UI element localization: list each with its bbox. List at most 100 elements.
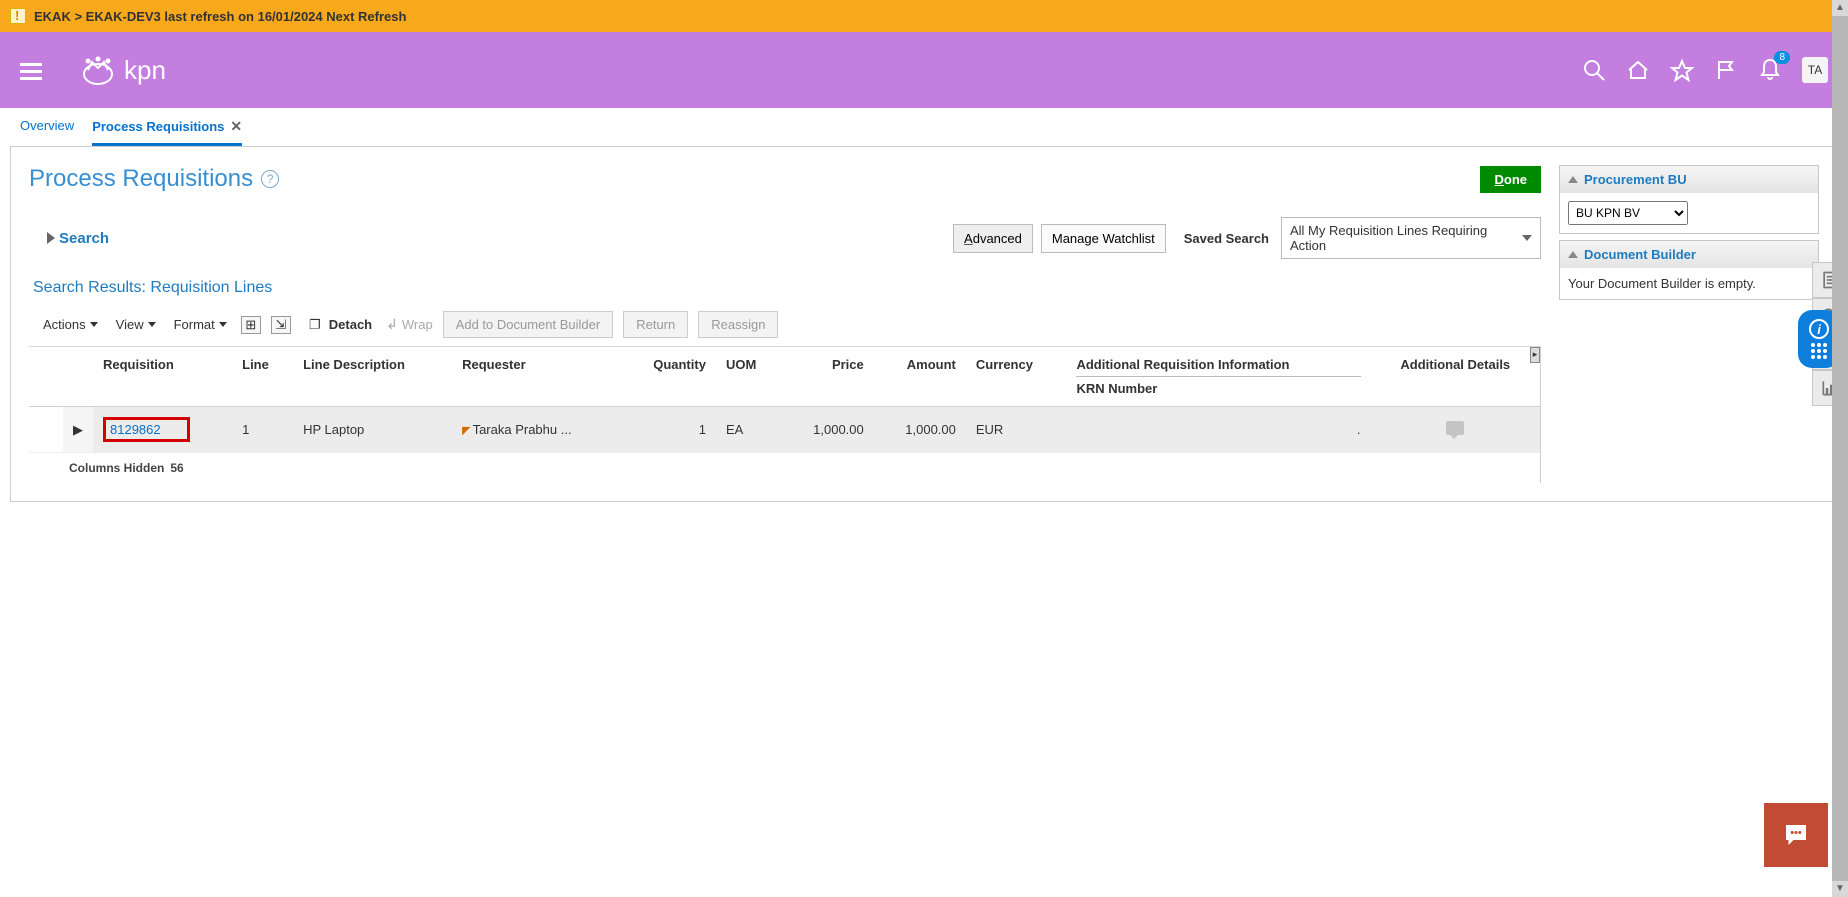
notifications-button[interactable]: 8 xyxy=(1758,57,1782,84)
document-builder-panel-header[interactable]: Document Builder xyxy=(1560,241,1818,268)
banner-text: EKAK > EKAK-DEV3 last refresh on 16/01/2… xyxy=(34,9,406,24)
header-expand xyxy=(63,347,93,407)
freeze-icon[interactable]: ⊞ xyxy=(241,316,261,334)
add-to-document-builder-button[interactable]: Add to Document Builder xyxy=(443,311,614,338)
col-amount[interactable]: Amount xyxy=(874,347,966,407)
view-menu[interactable]: View xyxy=(112,313,160,336)
tab-overview[interactable]: Overview xyxy=(20,118,74,146)
wrap-button: ↲Wrap xyxy=(386,316,433,333)
notification-badge: 8 xyxy=(1774,51,1790,64)
col-line[interactable]: Line xyxy=(232,347,293,407)
flag-icon[interactable] xyxy=(1714,58,1738,82)
collapse-triangle-icon xyxy=(1568,251,1578,258)
search-toggle[interactable]: Search xyxy=(47,230,109,247)
main-content: Process Requisitions ? Done Search Advan… xyxy=(10,146,1838,502)
highlight-box: 8129862 xyxy=(103,417,190,442)
user-avatar[interactable]: TA xyxy=(1802,57,1828,83)
export-icon[interactable]: ⇲ xyxy=(271,316,291,334)
header-spacer xyxy=(29,347,63,407)
search-icon[interactable] xyxy=(1582,58,1606,82)
manage-watchlist-button[interactable]: Manage Watchlist xyxy=(1041,224,1166,253)
page-tabs: Overview Process Requisitions ✕ xyxy=(0,108,1848,146)
vertical-scrollbar[interactable]: ▲ ▼ xyxy=(1832,0,1848,897)
info-icon: i xyxy=(1809,319,1829,339)
saved-search-value: All My Requisition Lines Requiring Actio… xyxy=(1290,223,1522,253)
tab-process-requisitions[interactable]: Process Requisitions ✕ xyxy=(92,118,242,146)
format-menu[interactable]: Format xyxy=(170,313,231,336)
flag-icon: ◤ xyxy=(462,425,470,437)
global-header: kpn 8 TA xyxy=(0,32,1848,108)
scroll-down-icon[interactable]: ▼ xyxy=(1832,881,1848,897)
actions-menu[interactable]: Actions xyxy=(39,313,102,336)
expand-row-icon[interactable]: ▶ xyxy=(63,407,93,453)
tab-label: Process Requisitions xyxy=(92,119,224,134)
table-header-row: Requisition Line Line Description Reques… xyxy=(29,347,1540,407)
requester-name: Taraka Prabhu ... xyxy=(473,422,572,437)
procurement-bu-panel: Procurement BU BU KPN BV xyxy=(1559,165,1819,234)
search-row: Search Advanced Manage Watchlist Saved S… xyxy=(47,217,1541,259)
requisition-lines-table: Requisition Line Line Description Reques… xyxy=(29,347,1540,453)
page-title-text: Process Requisitions xyxy=(29,165,253,193)
horizontal-scroll-handle[interactable]: ▸ xyxy=(1530,347,1540,363)
cell-additional-info: . xyxy=(1066,407,1370,453)
col-uom[interactable]: UOM xyxy=(716,347,782,407)
chevron-down-icon xyxy=(219,322,227,327)
cell-uom: EA xyxy=(716,407,782,453)
saved-search-select[interactable]: All My Requisition Lines Requiring Actio… xyxy=(1281,217,1541,259)
brand-logo[interactable]: kpn xyxy=(78,50,166,90)
actions-label: Actions xyxy=(43,317,86,332)
requisition-link[interactable]: 8129862 xyxy=(110,422,161,437)
cell-price: 1,000.00 xyxy=(782,407,874,453)
expand-triangle-icon xyxy=(47,232,55,244)
home-icon[interactable] xyxy=(1626,58,1650,82)
col-price[interactable]: Price xyxy=(782,347,874,407)
close-tab-icon[interactable]: ✕ xyxy=(230,118,242,135)
chevron-down-icon xyxy=(1522,235,1532,241)
scroll-up-icon[interactable]: ▲ xyxy=(1832,0,1848,16)
done-rest: one xyxy=(1504,172,1527,187)
col-line-description[interactable]: Line Description xyxy=(293,347,452,407)
warning-icon xyxy=(10,8,26,24)
reassign-button[interactable]: Reassign xyxy=(698,311,778,338)
advanced-button[interactable]: Advanced xyxy=(953,224,1033,253)
procurement-bu-select[interactable]: BU KPN BV xyxy=(1568,201,1688,225)
document-builder-title: Document Builder xyxy=(1584,247,1696,262)
adv-mnemonic: A xyxy=(964,231,973,246)
star-icon[interactable] xyxy=(1670,58,1694,82)
addl-info-label: Additional Requisition Information xyxy=(1076,357,1289,372)
col-requisition[interactable]: Requisition xyxy=(93,347,232,407)
col-quantity[interactable]: Quantity xyxy=(621,347,716,407)
keypad-icon xyxy=(1811,343,1827,359)
cell-line: 1 xyxy=(232,407,293,453)
procurement-bu-panel-header[interactable]: Procurement BU xyxy=(1560,166,1818,193)
wrap-icon: ↲ xyxy=(386,316,398,333)
details-icon[interactable] xyxy=(1446,421,1464,435)
cell-amount: 1,000.00 xyxy=(874,407,966,453)
header-actions: 8 TA xyxy=(1582,57,1828,84)
table-footer: Columns Hidden 56 xyxy=(29,453,1540,483)
done-mnemonic: D xyxy=(1494,172,1503,187)
col-additional-info[interactable]: Additional Requisition Information KRN N… xyxy=(1066,347,1370,407)
hamburger-menu-icon[interactable] xyxy=(20,59,48,81)
return-button[interactable]: Return xyxy=(623,311,688,338)
row-spacer xyxy=(29,407,63,453)
search-label: Search xyxy=(59,230,109,247)
cell-line-description: HP Laptop xyxy=(293,407,452,453)
help-icon[interactable]: ? xyxy=(261,170,279,188)
procurement-bu-title: Procurement BU xyxy=(1584,172,1687,187)
col-currency[interactable]: Currency xyxy=(966,347,1067,407)
detach-button[interactable]: ❐Detach xyxy=(301,312,376,338)
chat-button[interactable] xyxy=(1764,803,1828,867)
col-requester[interactable]: Requester xyxy=(452,347,621,407)
col-additional-details[interactable]: Additional Details xyxy=(1371,347,1540,407)
scroll-thumb[interactable] xyxy=(1832,16,1848,881)
columns-hidden-label: Columns Hidden xyxy=(69,461,164,475)
done-button[interactable]: Done xyxy=(1480,166,1541,193)
cell-currency: EUR xyxy=(966,407,1067,453)
table-row[interactable]: ▶ 8129862 1 HP Laptop ◤Taraka Prabhu ...… xyxy=(29,407,1540,453)
columns-hidden-count: 56 xyxy=(170,461,183,475)
crown-logo-icon xyxy=(78,50,118,90)
page-title: Process Requisitions ? xyxy=(29,165,279,193)
adv-rest: dvanced xyxy=(973,231,1022,246)
chat-icon xyxy=(1781,820,1811,850)
